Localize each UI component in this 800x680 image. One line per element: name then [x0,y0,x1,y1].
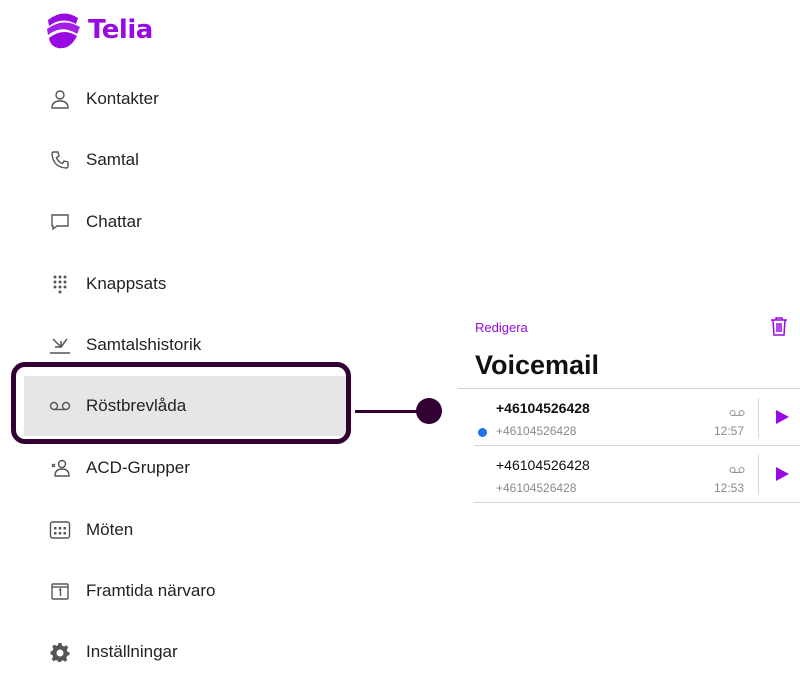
calendar-grid-icon [48,518,72,542]
dialpad-icon [48,272,72,296]
sidebar-item-samtal[interactable]: Samtal [24,132,350,188]
voicemail-time: 12:57 [713,424,744,438]
callout-connector-dot [416,398,442,424]
sidebar-item-label: Möten [86,520,134,539]
gear-icon [48,640,72,664]
callout-connector-line [355,410,425,413]
sidebar-item-framtida-narvaro[interactable]: Framtida närvaro [24,563,350,619]
sidebar-item-label: Samtalshistorik [86,335,202,354]
voicemail-row[interactable]: +46104526428 +46104526428 12:57 [458,390,800,446]
sidebar-item-label: Samtal [86,150,139,169]
sidebar-item-label: ACD-Grupper [86,458,190,477]
voicemail-icon [729,461,745,479]
sidebar-item-chattar[interactable]: Chattar [24,194,350,250]
voicemail-icon [729,404,745,422]
calendar-day-icon [48,579,72,603]
sidebar-item-kontakter[interactable]: Kontakter [24,71,350,127]
sidebar-item-label: Chattar [86,212,142,231]
telia-logo: Telia [44,10,153,50]
voicemail-number: +46104526428 [496,400,590,416]
voicemail-caller: +46104526428 [496,481,577,495]
sidebar-item-label: Inställningar [86,642,178,661]
divider [458,388,800,389]
person-icon [48,87,72,111]
edit-button[interactable]: Redigera [475,320,528,335]
sidebar-item-label: Kontakter [86,89,159,108]
brand-name: Telia [88,15,153,45]
call-history-icon [48,333,72,357]
play-icon[interactable] [776,410,789,424]
voicemail-panel: Redigera Voicemail +46104526428 +4610452… [458,310,800,510]
sidebar-item-acd-grupper[interactable]: ACD-Grupper [24,440,350,496]
divider [474,445,800,446]
voicemail-caller: +46104526428 [496,424,577,438]
trash-icon[interactable] [770,316,788,341]
highlight-frame [11,362,351,444]
sidebar-item-label: Knappsats [86,274,167,293]
sidebar-item-moten[interactable]: Möten [24,502,350,558]
sidebar-item-label: Framtida närvaro [86,581,216,600]
voicemail-row[interactable]: +46104526428 +46104526428 12:53 [458,447,800,503]
chat-icon [48,210,72,234]
sidebar-item-installningar[interactable]: Inställningar [24,624,350,680]
group-icon [48,456,72,480]
telia-logo-icon [47,13,80,49]
voicemail-number: +46104526428 [496,457,590,473]
phone-icon [48,148,72,172]
divider [758,455,759,495]
divider [474,502,800,503]
page-title: Voicemail [475,350,600,380]
divider [758,398,759,438]
sidebar-item-knappsats[interactable]: Knappsats [24,256,350,312]
unread-indicator [478,428,487,437]
voicemail-time: 12:53 [713,481,744,495]
play-icon[interactable] [776,467,789,481]
